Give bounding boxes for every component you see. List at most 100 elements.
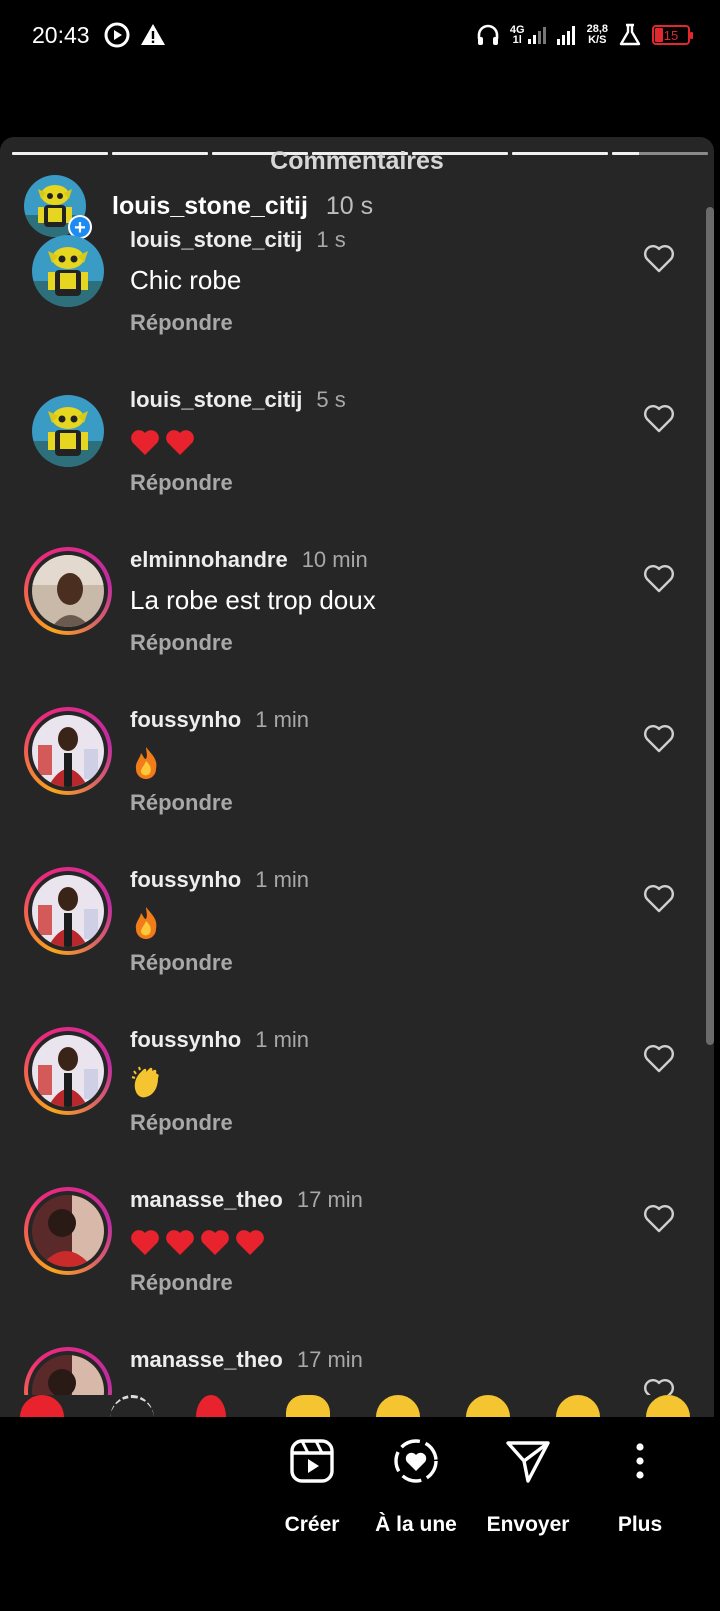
reply-button[interactable]: Répondre: [130, 310, 233, 336]
comment-item[interactable]: louis_stone_citij 1 s Chic robe Répondre: [0, 217, 714, 377]
send-button[interactable]: Envoyer: [468, 1437, 588, 1537]
reaction-heart-icon[interactable]: [20, 1395, 64, 1417]
comment-emojis: [130, 1065, 162, 1099]
headphones-icon: [477, 24, 499, 45]
man-red-shirt-avatar-image: [32, 1035, 104, 1107]
comment-time: 10 min: [301, 547, 368, 572]
comment-item[interactable]: elminnohandre 10 min La robe est trop do…: [0, 537, 714, 697]
like-heart-icon[interactable]: [643, 1377, 675, 1395]
like-heart-icon[interactable]: [643, 403, 675, 433]
red-heart-icon: [166, 1230, 194, 1256]
comment-username[interactable]: louis_stone_citij: [130, 227, 302, 253]
yellow-robot-avatar-image: [32, 235, 104, 307]
more-vertical-icon: [636, 1443, 644, 1479]
man-red-shirt-avatar-image: [32, 875, 104, 947]
speed-unit: K/S: [588, 34, 607, 46]
comment-username[interactable]: louis_stone_citij: [130, 387, 302, 413]
like-heart-icon[interactable]: [643, 1043, 675, 1073]
comment-time: 17 min: [296, 1187, 363, 1212]
quick-reactions-bar[interactable]: [0, 1395, 714, 1417]
avatar[interactable]: [24, 387, 112, 475]
reply-button[interactable]: Répondre: [130, 1270, 233, 1296]
create-button[interactable]: Créer: [252, 1437, 372, 1537]
like-heart-icon[interactable]: [643, 723, 675, 753]
like-heart-icon[interactable]: [643, 883, 675, 913]
reaction-face-icon[interactable]: [466, 1395, 510, 1417]
battery-level: 15: [663, 27, 679, 43]
status-bar: 20:43 4G 1l 28,8 K/S 15: [0, 0, 720, 72]
play-notification-icon: [104, 22, 130, 48]
comment-emojis: [130, 425, 200, 456]
man-profile-avatar-image: [32, 1195, 104, 1267]
reaction-sparkle-icon[interactable]: [110, 1395, 154, 1417]
like-heart-icon[interactable]: [643, 243, 675, 273]
comment-item[interactable]: foussynho 1 min Répondre: [0, 697, 714, 857]
highlight-label: À la une: [375, 1513, 457, 1536]
comment-item[interactable]: manasse_theo 17 min Répondre: [0, 1177, 714, 1337]
comment-item[interactable]: louis_stone_citij 5 s Répondre: [0, 377, 714, 537]
highlight-button[interactable]: À la une: [356, 1437, 476, 1537]
avatar[interactable]: [24, 227, 112, 315]
network-speed: 28,8 K/S: [587, 24, 608, 46]
status-right-icons: 4G 1l 28,8 K/S 15: [475, 22, 693, 48]
avatar-story-ring[interactable]: [24, 547, 112, 635]
comments-list[interactable]: louis_stone_citij 1 s Chic robe Répondre: [0, 217, 714, 1513]
comment-emojis: [130, 905, 162, 940]
comment-item[interactable]: manasse_theo 17 min: [0, 1337, 714, 1395]
network-sub: 1l: [512, 34, 522, 46]
more-label: Plus: [617, 1513, 663, 1536]
avatar-story-ring[interactable]: [24, 1187, 112, 1275]
reply-button[interactable]: Répondre: [130, 950, 233, 976]
comment-time: 1 min: [255, 707, 310, 732]
reaction-face-icon[interactable]: [376, 1395, 420, 1417]
avatar-story-ring[interactable]: [24, 707, 112, 795]
send-paper-plane-icon: [506, 1441, 550, 1483]
bottom-actions-bar: Créer À la une Envoyer Plus: [0, 1417, 720, 1611]
status-left-icons: [104, 22, 166, 48]
comment-item[interactable]: foussynho 1 min Répondre: [0, 857, 714, 1017]
avatar-story-ring[interactable]: [24, 1027, 112, 1115]
comment-time: 1 min: [255, 867, 310, 892]
comment-username[interactable]: manasse_theo: [130, 1347, 283, 1373]
red-heart-icon: [131, 430, 159, 456]
fire-icon: [135, 907, 157, 940]
man-red-shirt-avatar-image: [32, 715, 104, 787]
reaction-clap-icon[interactable]: [286, 1395, 330, 1417]
comment-time: 5 s: [316, 387, 346, 412]
comment-item[interactable]: foussynho 1 min Répondre: [0, 1017, 714, 1177]
reply-button[interactable]: Répondre: [130, 470, 233, 496]
flask-icon: [619, 23, 641, 46]
red-heart-icon: [236, 1230, 264, 1256]
reply-button[interactable]: Répondre: [130, 1110, 233, 1136]
avatar-story-ring[interactable]: [24, 867, 112, 955]
send-label: Envoyer: [486, 1513, 570, 1536]
comment-username[interactable]: foussynho: [130, 707, 241, 733]
signal-strength-icon: [556, 26, 575, 45]
comment-username[interactable]: manasse_theo: [130, 1187, 283, 1213]
reels-create-icon: [290, 1439, 334, 1483]
battery-indicator: 15: [652, 25, 693, 45]
avatar-story-ring[interactable]: [24, 1347, 112, 1395]
reaction-face-icon[interactable]: [646, 1395, 690, 1417]
red-heart-icon: [166, 430, 194, 456]
red-heart-icon: [131, 1230, 159, 1256]
network-indicator: 4G 1l: [510, 25, 547, 46]
comment-time: 17 min: [296, 1347, 363, 1372]
highlight-heart-icon: [394, 1439, 438, 1483]
fire-icon: [135, 747, 157, 780]
reaction-face-icon[interactable]: [556, 1395, 600, 1417]
like-heart-icon[interactable]: [643, 563, 675, 593]
comment-text: Chic robe: [130, 265, 242, 295]
comment-username[interactable]: foussynho: [130, 1027, 241, 1053]
reply-button[interactable]: Répondre: [130, 630, 233, 656]
yellow-robot-avatar-image: [32, 395, 104, 467]
comment-emojis: [130, 1225, 270, 1256]
comment-username[interactable]: elminnohandre: [130, 547, 288, 573]
reply-button[interactable]: Répondre: [130, 790, 233, 816]
like-heart-icon[interactable]: [643, 1203, 675, 1233]
status-time: 20:43: [32, 22, 90, 48]
reaction-fire-icon[interactable]: [196, 1395, 226, 1417]
clapping-hands-icon: [131, 1066, 159, 1098]
more-button[interactable]: Plus: [580, 1437, 700, 1537]
comment-username[interactable]: foussynho: [130, 867, 241, 893]
